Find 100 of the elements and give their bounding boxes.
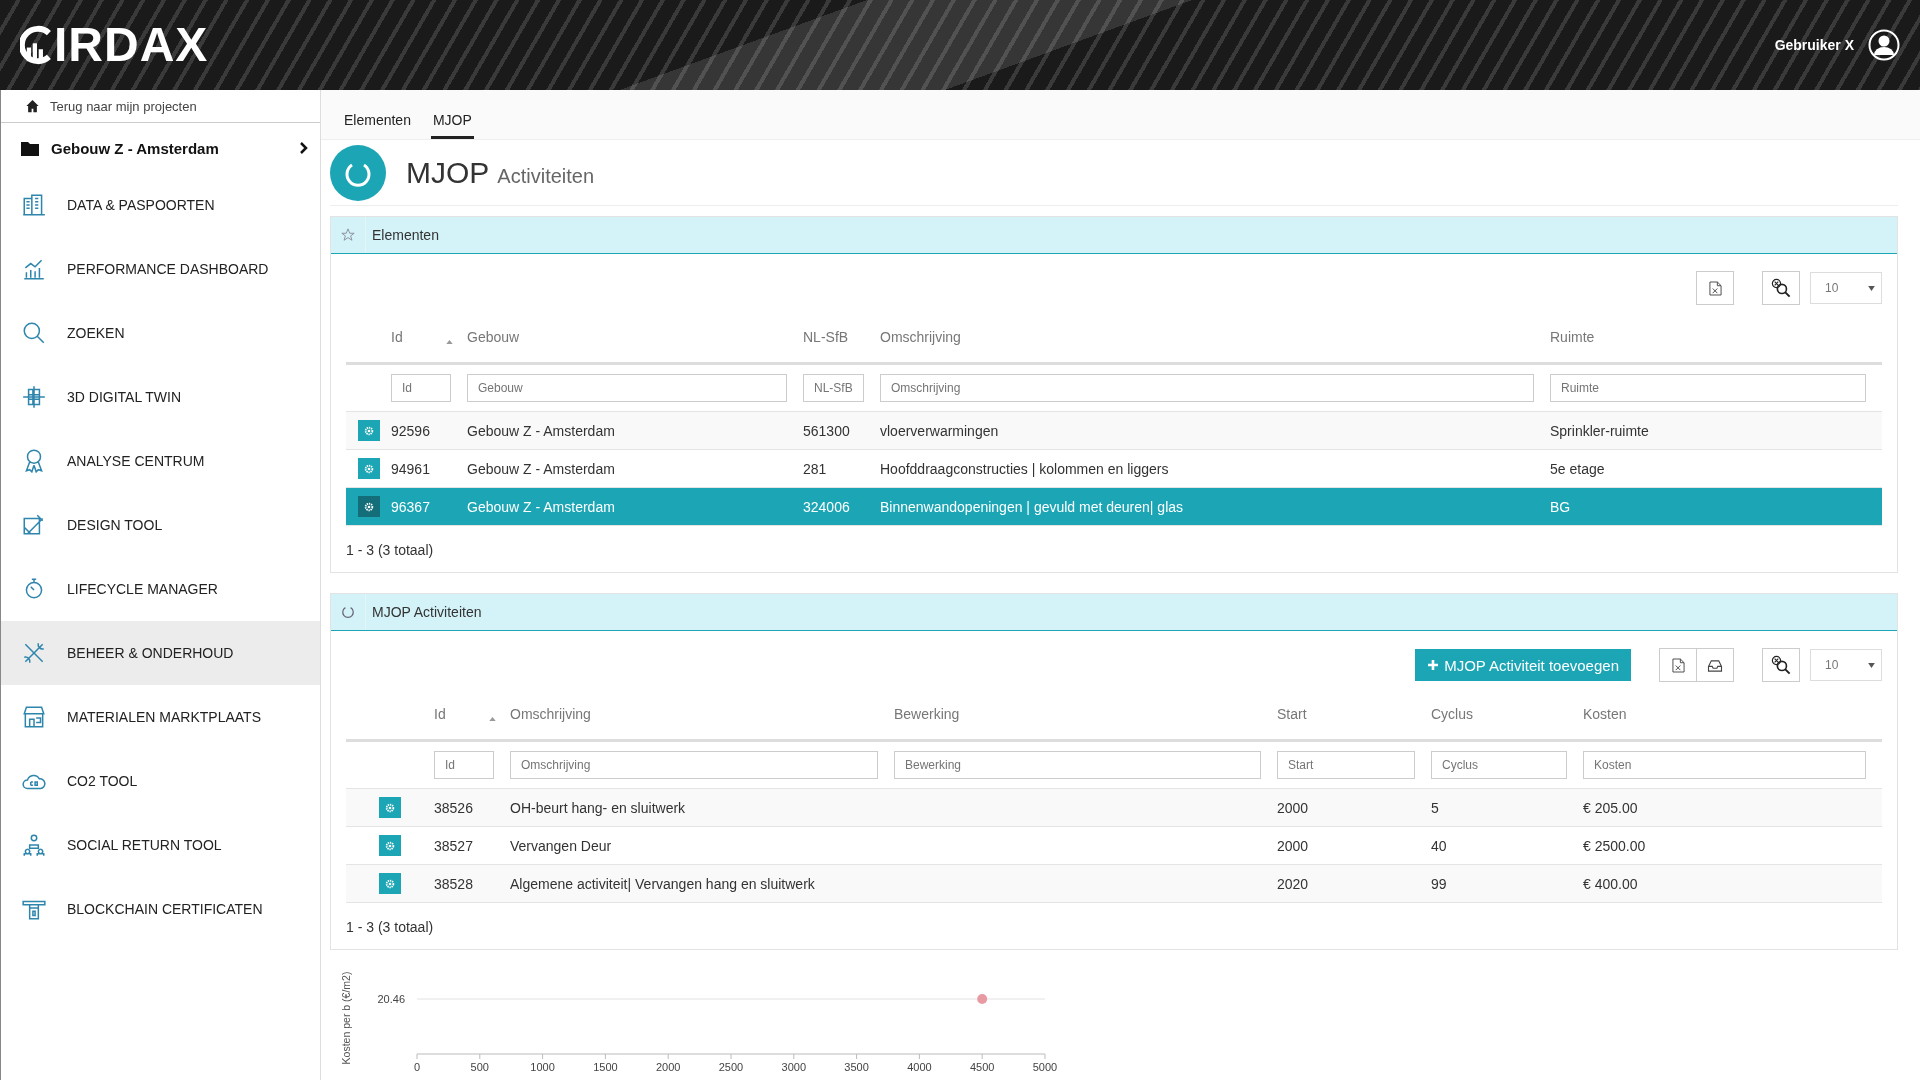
nav-label[interactable]: MATERIALEN MARKTPLAATS [67,709,261,725]
nav-label[interactable]: PERFORMANCE DASHBOARD [67,261,269,277]
column-header[interactable]: Kosten [1583,689,1882,742]
nav-item[interactable]: PERFORMANCE DASHBOARD [1,237,320,301]
nav-label[interactable]: CO2 TOOL [67,773,138,789]
column-header[interactable]: Bewerking [894,689,1277,742]
user-avatar-icon[interactable] [1868,29,1900,61]
nav-item[interactable]: DATA & PASPOORTEN [1,173,320,237]
table-cell: 2000 [1277,837,1309,854]
nav-item[interactable]: ZOEKEN [1,301,320,365]
column-header-text[interactable]: Cyclus [1431,706,1473,722]
column-header[interactable]: NL-SfB [803,312,880,365]
column-header[interactable]: Gebouw [467,312,803,365]
filter-field[interactable]: Start [1277,751,1415,779]
filter-field[interactable]: Omschrijving [880,374,1534,402]
page-title: MJOP [406,155,490,190]
nav-item[interactable]: SOCIAL RETURN TOOL [1,813,320,877]
column-header[interactable]: Omschrijving [880,312,1550,365]
back-link[interactable]: Terug naar mijn projecten [1,90,320,123]
filter-field[interactable]: Omschrijving [510,751,878,779]
row-settings-button[interactable] [357,458,380,479]
project-name[interactable]: Gebouw Z - Amsterdam [51,139,288,157]
user-name[interactable]: Gebruiker X [1774,37,1854,53]
table-cell: Vervangen Deur [510,837,612,854]
nav-label[interactable]: SOCIAL RETURN TOOL [67,837,222,853]
nav-item[interactable]: 3D DIGITAL TWIN [1,365,320,429]
tab[interactable]: Elementen [342,108,413,139]
row-settings-button[interactable] [379,835,401,856]
column-header-text[interactable]: Bewerking [894,706,960,722]
nav-item[interactable]: DESIGN TOOL [1,493,320,557]
inbox-button[interactable] [1696,648,1734,682]
data-point[interactable] [977,994,988,1004]
filter-field[interactable]: NL-SfB [803,374,864,402]
filter-field[interactable]: Bewerking [894,751,1261,779]
nav-label[interactable]: BLOCKCHAIN CERTIFICATEN [67,901,263,917]
column-header-text[interactable]: Id [391,329,403,345]
column-header[interactable]: Cyclus [1431,689,1583,742]
column-header-text[interactable]: Ruimte [1550,329,1595,345]
sort-arrow-icon[interactable] [446,340,453,344]
tab[interactable]: MJOP [430,108,474,139]
nav-label[interactable]: DESIGN TOOL [67,517,163,533]
filter-field[interactable]: Ruimte [1550,374,1866,402]
project-item[interactable]: Gebouw Z - Amsterdam [1,123,320,173]
filter-field[interactable]: Cyclus [1431,751,1567,779]
table-row[interactable]: 92596 Gebouw Z - Amsterdam 561300 vloerverwarmingen Sprinkler-ruimte [346,412,1882,450]
column-header[interactable]: Omschrijving [510,689,894,742]
column-header[interactable]: Start [1277,689,1431,742]
row-settings-button[interactable] [379,797,401,818]
column-header-text[interactable]: Omschrijving [510,706,591,722]
nav-label[interactable]: ANALYSE CENTRUM [67,453,205,469]
table-cell: Gebouw Z - Amsterdam [467,422,615,439]
page-size-select[interactable]: 10 [1810,272,1882,304]
excel-export-button[interactable] [1696,271,1734,305]
panel-title: Elementen [371,227,439,243]
column-header-text[interactable]: Id [434,706,446,722]
column-header-text[interactable]: Omschrijving [880,329,961,345]
sort-arrow-icon[interactable] [489,717,496,721]
nav-item[interactable]: BLOCKCHAIN CERTIFICATEN [1,877,320,941]
filter-field[interactable]: Id [391,374,451,402]
nav-label[interactable]: ZOEKEN [67,325,125,341]
table-cell: BG [1550,498,1571,515]
nav-item[interactable]: ANALYSE CENTRUM [1,429,320,493]
column-header[interactable]: Id [434,689,510,742]
x-axis-label: 2500 [718,1061,744,1073]
table-cell: 38528 [434,875,473,892]
column-header-text[interactable]: Start [1277,706,1307,722]
nav-label[interactable]: BEHEER & ONDERHOUD [67,645,234,661]
nav-item[interactable]: MATERIALEN MARKTPLAATS [1,685,320,749]
table-cell: Gebouw Z - Amsterdam [467,498,615,515]
nav-item[interactable]: CO2 TOOL [1,749,320,813]
row-settings-button[interactable] [357,496,380,517]
column-header[interactable]: Id [391,312,467,365]
filter-field[interactable]: Kosten [1583,751,1866,779]
table-cell: 5 [1431,799,1439,816]
nav-item[interactable]: BEHEER & ONDERHOUD [1,621,320,685]
column-header-text[interactable]: Kosten [1583,706,1627,722]
excel-export-button[interactable] [1659,648,1697,682]
back-link-text[interactable]: Terug naar mijn projecten [50,98,197,114]
nav-item[interactable]: LIFECYCLE MANAGER [1,557,320,621]
row-settings-button[interactable] [379,873,401,894]
nav-label[interactable]: LIFECYCLE MANAGER [67,581,218,597]
nav-label[interactable]: DATA & PASPOORTEN [67,197,215,213]
table-cell: 92596 [391,422,430,439]
search-icon [21,320,47,346]
refresh-icon [341,605,355,619]
column-header-text[interactable]: NL-SfB [803,329,849,345]
gear-icon [363,425,374,436]
column-header[interactable]: Ruimte [1550,312,1882,365]
x-axis-label: 3000 [781,1061,807,1073]
row-settings-button[interactable] [357,420,380,441]
table-row[interactable]: 38528 Algemene activiteit| Vervangen hang en sluitwerk 2020 99 € 400.00 [346,865,1882,903]
dropdown-caret-icon [1868,662,1875,668]
column-header-text[interactable]: Gebouw [467,329,520,345]
filter-field[interactable]: Gebouw [467,374,787,402]
nav-label[interactable]: 3D DIGITAL TWIN [67,389,182,405]
clear-filter-button[interactable] [1762,271,1800,305]
clear-filter-button[interactable] [1762,648,1800,682]
filter-field[interactable]: Id [434,751,494,779]
table-row[interactable]: 38526 OH-beurt hang- en sluitwerk 2000 5 € 205.00 [346,789,1882,827]
page-size-select[interactable]: 10 [1810,649,1882,681]
